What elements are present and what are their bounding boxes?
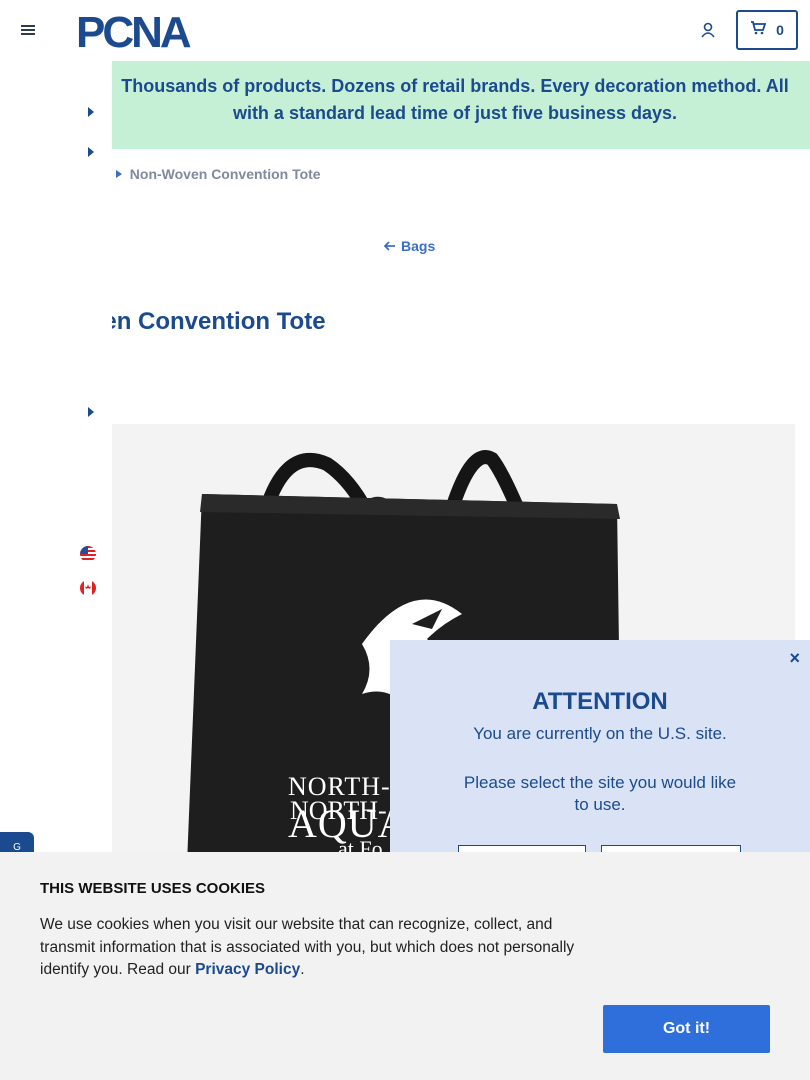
us-flag-icon[interactable]	[80, 546, 96, 562]
privacy-policy-link[interactable]: Privacy Policy	[195, 961, 300, 978]
product-title: ven Convention Tote	[90, 308, 326, 335]
back-to-bags-link[interactable]: Bags	[384, 238, 435, 254]
cookie-body: We use cookies when you visit our websit…	[40, 914, 600, 982]
arrow-left-icon	[384, 241, 395, 251]
side-menu	[0, 61, 112, 852]
canada-flag-icon[interactable]	[80, 580, 96, 596]
attention-select-site-text: Please select the site you would like to…	[463, 773, 737, 814]
caret-right-icon[interactable]	[88, 147, 94, 157]
close-icon[interactable]: ×	[789, 648, 800, 669]
logo-text: PCNA	[76, 11, 191, 51]
pcna-logo[interactable]: PCNA	[76, 8, 224, 57]
promo-banner-text: Thousands of products. Dozens of retail …	[121, 76, 789, 123]
cart-count: 0	[776, 22, 784, 38]
attention-title: ATTENTION	[532, 688, 668, 715]
breadcrumb-current: Non-Woven Convention Tote	[129, 166, 321, 182]
caret-right-icon[interactable]	[88, 107, 94, 117]
cart-button[interactable]: 0	[736, 10, 798, 50]
menu-icon[interactable]	[20, 22, 36, 38]
site-selection-modal: × ATTENTION You are currently on the U.S…	[390, 640, 810, 875]
cart-icon	[750, 20, 767, 40]
cookie-banner: THIS WEBSITE USES COOKIES We use cookies…	[0, 852, 810, 1080]
caret-right-icon[interactable]	[88, 407, 94, 417]
back-link-label: Bags	[401, 238, 436, 254]
account-icon[interactable]	[699, 21, 717, 39]
site-header: PCNA 0	[0, 0, 810, 61]
cookie-body-end: .	[300, 961, 305, 978]
cookie-body-text: We use cookies when you visit our websit…	[40, 916, 575, 978]
breadcrumb-separator-icon	[115, 170, 122, 178]
accept-cookies-button[interactable]: Got it!	[603, 1005, 770, 1053]
attention-current-site-text: You are currently on the U.S. site.	[473, 724, 727, 743]
promo-banner: Thousands of products. Dozens of retail …	[0, 61, 810, 149]
breadcrumb: s Non-Woven Convention Tote	[100, 166, 321, 182]
bag-print-line-1: NORTH-	[288, 772, 391, 801]
cookie-title: THIS WEBSITE USES COOKIES	[40, 880, 266, 897]
feedback-tab-label: G	[13, 841, 21, 853]
